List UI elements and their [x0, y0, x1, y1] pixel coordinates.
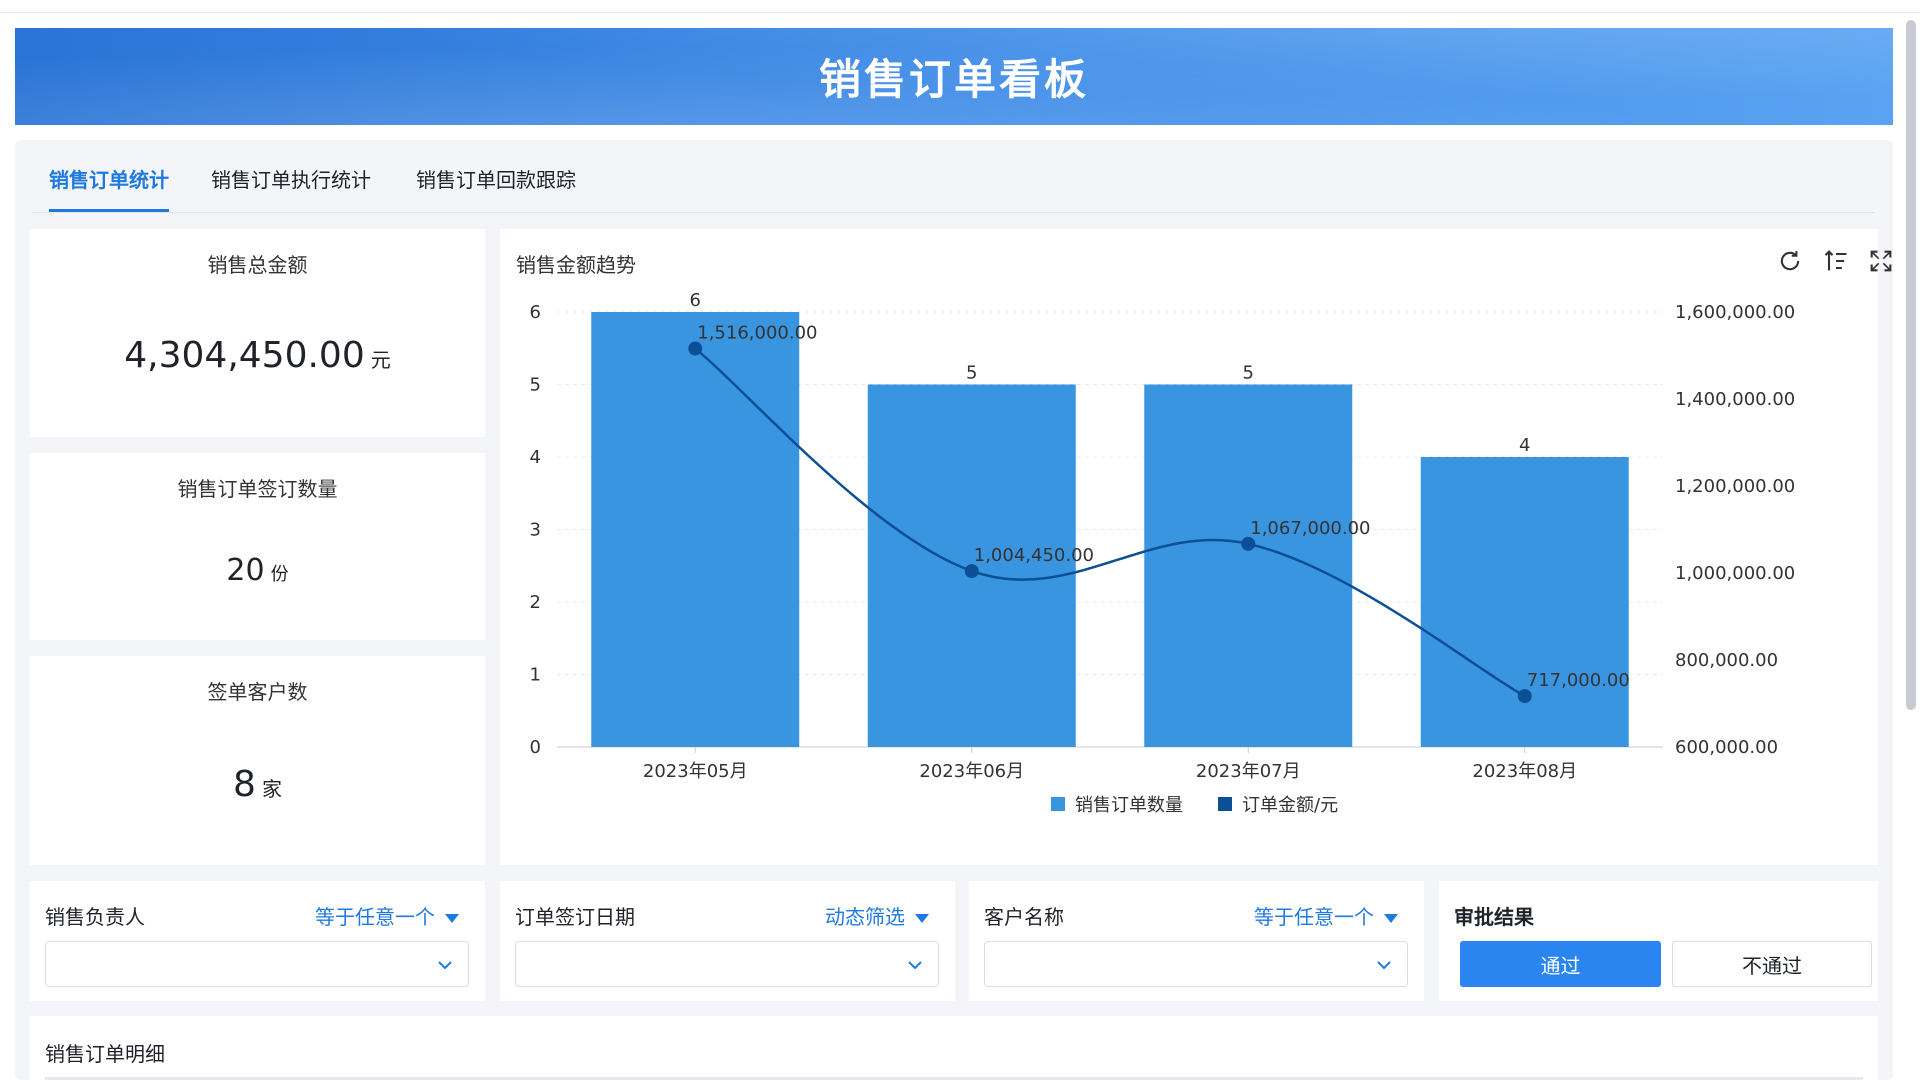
filter-operator-label: 动态筛选	[825, 905, 905, 929]
detail-table-card: 销售订单明细	[30, 1016, 1878, 1080]
page-title: 销售订单看板	[818, 55, 1089, 104]
y-left-tick-label: 3	[530, 520, 541, 541]
kpi-unit: 份	[270, 564, 289, 585]
series-line	[694, 347, 1526, 698]
line-data-label: 1,067,000.00	[1250, 518, 1370, 539]
y-left-tick-label: 6	[530, 302, 541, 323]
chevron-down-icon	[908, 961, 922, 970]
line-data-label: 1,516,000.00	[697, 323, 817, 344]
kpi-title: 签单客户数	[207, 680, 308, 704]
top-bar	[0, 0, 1920, 13]
tab-bar: 销售订单统计 销售订单执行统计 销售订单回款跟踪	[32, 140, 1875, 213]
filter-label: 销售负责人	[45, 905, 145, 929]
kpi-number: 4,304,450.00	[124, 335, 365, 376]
chevron-down-icon	[438, 961, 452, 970]
dashboard-banner: 销售订单看板	[15, 28, 1893, 125]
line-data-label: 717,000.00	[1527, 670, 1630, 691]
filter-label: 订单签订日期	[515, 905, 635, 929]
approval-label: 审批结果	[1454, 905, 1534, 929]
chevron-down-icon	[1377, 961, 1391, 970]
filter-label: 客户名称	[984, 905, 1064, 929]
order-date-select[interactable]	[515, 941, 939, 987]
y-right-tick-label: 1,600,000.00	[1675, 302, 1795, 323]
y-right-tick-label: 1,200,000.00	[1675, 476, 1795, 497]
legend-label: 订单金额/元	[1242, 795, 1338, 816]
kpi-card-order-count: 销售订单签订数量 20 份	[30, 453, 485, 640]
line-data-label: 1,004,450.00	[974, 545, 1094, 566]
kpi-value: 4,304,450.00 元	[30, 335, 485, 376]
bar-data-label: 4	[1519, 435, 1530, 456]
kpi-title: 销售订单签订数量	[177, 477, 338, 501]
sales-trend-chart: 0 1 2 3 4 5 6 600,000.00 800,000.00 1,000,000.00 1…	[530, 290, 1796, 816]
y-right-tick-label: 800,000.00	[1675, 650, 1778, 671]
kpi-value: 8家	[30, 764, 485, 805]
kpi-card-customer-count: 签单客户数 8家	[30, 656, 485, 865]
y-left-tick-label: 2	[530, 592, 541, 613]
y-right-tick-label: 600,000.00	[1675, 737, 1778, 758]
legend-label: 销售订单数量	[1075, 795, 1183, 816]
line-point	[688, 341, 703, 356]
bar	[1144, 384, 1353, 747]
filter-customer-name: 客户名称 等于任意一个	[969, 881, 1424, 1001]
tab-sales-order-payment[interactable]: 销售订单回款跟踪	[416, 164, 576, 209]
sales-owner-select[interactable]	[45, 941, 469, 987]
y-left-tick-label: 0	[530, 737, 541, 758]
filter-approval-result: 审批结果 通过 不通过	[1439, 881, 1878, 1001]
bar	[591, 312, 800, 747]
bar	[1420, 457, 1629, 747]
legend-swatch-bars	[1051, 797, 1065, 811]
legend-swatch-line	[1218, 797, 1232, 811]
y-left-tick-label: 5	[530, 375, 541, 396]
filter-operator-dropdown[interactable]: 等于任意一个	[315, 901, 459, 930]
kpi-unit: 家	[261, 777, 282, 801]
caret-down-icon	[915, 914, 929, 923]
filter-operator-dropdown[interactable]: 动态筛选	[825, 901, 929, 930]
dashboard-body: 销售订单统计 销售订单执行统计 销售订单回款跟踪 销售总金额 4,304,450…	[15, 140, 1893, 1080]
line-point	[1517, 689, 1532, 704]
bar-data-label: 5	[966, 363, 977, 384]
customer-name-select[interactable]	[984, 941, 1408, 987]
kpi-unit: 元	[370, 348, 391, 372]
kpi-card-total-amount: 销售总金额 4,304,450.00 元	[30, 229, 485, 437]
bar-data-label: 5	[1243, 363, 1254, 384]
x-tick-label: 2023年06月	[919, 761, 1024, 782]
tab-sales-order-execution[interactable]: 销售订单执行统计	[211, 164, 371, 209]
filter-operator-label: 等于任意一个	[315, 905, 435, 929]
x-tick-label: 2023年08月	[1472, 761, 1577, 782]
filter-order-date: 订单签订日期 动态筛选	[500, 881, 955, 1001]
detail-title: 销售订单明细	[45, 1042, 165, 1066]
y-left-tick-label: 4	[530, 447, 541, 468]
bar-data-label: 6	[690, 290, 701, 311]
filter-sales-owner: 销售负责人 等于任意一个	[30, 881, 485, 1001]
approve-reject-button[interactable]: 不通过	[1672, 941, 1872, 987]
x-tick-label: 2023年07月	[1196, 761, 1301, 782]
y-right-tick-label: 1,000,000.00	[1675, 563, 1795, 584]
kpi-number: 20	[226, 553, 265, 588]
caret-down-icon	[445, 914, 459, 923]
line-point	[1241, 536, 1256, 551]
x-tick-label: 2023年05月	[643, 761, 748, 782]
line-point	[964, 564, 979, 579]
filter-operator-label: 等于任意一个	[1254, 905, 1374, 929]
approve-pass-button[interactable]: 通过	[1460, 941, 1661, 987]
filter-operator-dropdown[interactable]: 等于任意一个	[1254, 901, 1398, 930]
kpi-number: 8	[233, 764, 256, 805]
y-right-tick-label: 1,400,000.00	[1675, 389, 1795, 410]
tab-sales-order-stats[interactable]: 销售订单统计	[49, 164, 169, 212]
chart-card-sales-trend: 销售金额趋势 0 1 2 3 4 5 6 600,000.00 800,000.00 1,000,…	[500, 229, 1892, 865]
kpi-title: 销售总金额	[207, 253, 308, 277]
vertical-scrollbar[interactable]	[1906, 20, 1916, 710]
y-left-tick-label: 1	[530, 665, 541, 686]
caret-down-icon	[1384, 914, 1398, 923]
kpi-value: 20 份	[30, 553, 485, 588]
